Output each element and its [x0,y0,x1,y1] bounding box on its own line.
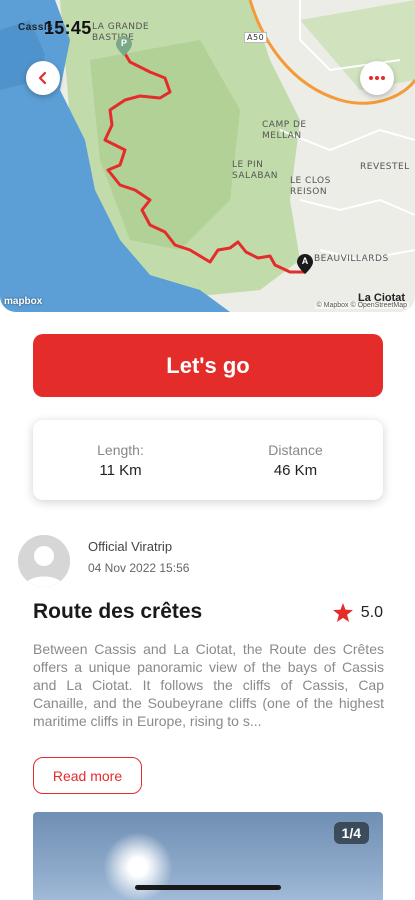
length-stat: Length: 11 Km [33,420,208,500]
map-label-le-clos-reison: LE CLOS REISON [290,176,331,197]
length-label: Length: [97,441,144,458]
stats-card: Length: 11 Km Distance 46 Km [33,420,383,500]
lets-go-button[interactable]: Let's go [33,334,383,397]
read-more-button[interactable]: Read more [33,757,142,794]
start-marker-label: P [120,38,127,48]
more-dots-icon [369,76,385,80]
map-attribution[interactable]: © Mapbox © OpenStreetMap [314,302,409,309]
length-value: 11 Km [99,461,142,479]
end-marker-label: A [301,256,309,266]
chevron-left-icon [38,71,47,85]
author-name[interactable]: Official Viratrip [88,539,172,554]
route-title: Route des crêtes [33,600,203,623]
rating: 5.0 [332,603,383,622]
distance-label: Distance [268,441,323,458]
avatar[interactable] [18,535,70,587]
distance-value: 46 Km [273,461,318,479]
mapbox-logo: mapbox [4,296,43,307]
rating-value: 5.0 [360,603,383,621]
end-marker[interactable]: A [297,254,313,274]
map-label-beauvillards: BEAUVILLARDS [314,254,389,264]
map-label-camp-de-mellan: CAMP DE MELLAN [262,120,307,141]
home-indicator[interactable] [135,885,281,890]
star-icon [332,603,353,622]
more-options-button[interactable] [360,61,394,95]
route-map[interactable]: 15:45 Cassis LA GRANDE BASTIDE A50 CAMP … [0,0,415,312]
map-label-cassis: Cassis [18,22,54,33]
distance-stat: Distance 46 Km [208,420,383,500]
back-button[interactable] [26,61,60,95]
route-description: Between Cassis and La Ciotat, the Route … [33,641,384,729]
map-label-revestel: REVESTEL [360,162,410,172]
user-placeholder-icon [18,535,70,587]
map-label-le-pin-salaban: LE PIN SALABAN [232,160,278,181]
gallery-counter: 1/4 [333,822,369,844]
post-date: 04 Nov 2022 15:56 [88,561,190,575]
map-canvas [0,0,415,312]
start-marker[interactable]: P [116,36,132,56]
map-label-a50: A50 [244,32,268,43]
